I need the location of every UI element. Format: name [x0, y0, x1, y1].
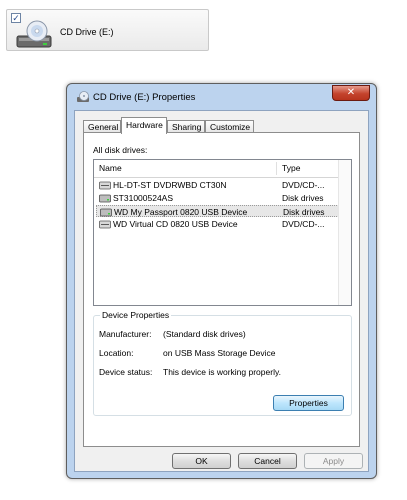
dialog-title: CD Drive (E:) Properties — [93, 92, 196, 103]
drive-type: DVD/CD-... — [282, 219, 325, 229]
properties-dialog: CD Drive (E:) Properties ✕ General Hardw… — [66, 83, 377, 479]
hardware-panel: All disk drives: Name Type HL-DT-ST DVDR… — [83, 132, 360, 447]
list-item[interactable]: HL-DT-ST DVDRWBD CT30N DVD/CD-... — [96, 179, 339, 191]
drive-name: WD My Passport 0820 USB Device — [114, 207, 248, 217]
ok-button[interactable]: OK — [172, 453, 231, 469]
cd-drive-icon — [15, 20, 53, 52]
close-icon: ✕ — [346, 87, 356, 98]
vertical-scrollbar[interactable] — [338, 160, 351, 305]
manufacturer-label: Manufacturer: — [99, 329, 152, 339]
title-bar[interactable]: CD Drive (E:) Properties ✕ — [67, 84, 376, 109]
column-header-name[interactable]: Name — [94, 160, 276, 177]
device-status-value: This device is working properly. — [163, 367, 281, 377]
tile-label: CD Drive (E:) — [60, 27, 114, 37]
drive-type: Disk drives — [282, 193, 324, 203]
column-header-type[interactable]: Type — [277, 160, 341, 177]
cd-drive-tile[interactable]: ✓ CD Drive (E:) — [6, 9, 209, 51]
apply-button[interactable]: Apply — [304, 453, 363, 469]
list-item[interactable]: WD Virtual CD 0820 USB Device DVD/CD-... — [96, 218, 339, 230]
device-properties-title: Device Properties — [100, 310, 172, 320]
list-item[interactable]: ST31000524AS Disk drives — [96, 192, 339, 204]
location-value: on USB Mass Storage Device — [163, 348, 276, 358]
cancel-button[interactable]: Cancel — [238, 453, 297, 469]
close-button[interactable]: ✕ — [332, 85, 370, 101]
properties-button[interactable]: Properties — [273, 395, 344, 411]
device-status-label: Device status: — [99, 367, 153, 377]
optical-drive-icon — [99, 220, 111, 232]
cd-drive-small-icon — [76, 91, 90, 105]
location-label: Location: — [99, 348, 134, 358]
all-disk-drives-label: All disk drives: — [93, 145, 148, 155]
list-header: Name Type — [94, 160, 351, 178]
drive-type: Disk drives — [283, 207, 325, 217]
tab-hardware[interactable]: Hardware — [121, 117, 167, 134]
dialog-client: General Hardware Sharing Customize All d… — [74, 110, 369, 472]
disk-drives-list[interactable]: Name Type HL-DT-ST DVDRWBD CT30N DVD/CD-… — [93, 159, 352, 306]
drive-name: ST31000524AS — [113, 193, 174, 203]
drive-name: HL-DT-ST DVDRWBD CT30N — [113, 180, 227, 190]
list-item-selected[interactable]: WD My Passport 0820 USB Device Disk driv… — [96, 205, 339, 217]
device-properties-group: Device Properties Manufacturer: (Standar… — [93, 310, 352, 416]
drive-name: WD Virtual CD 0820 USB Device — [113, 219, 238, 229]
drive-type: DVD/CD-... — [282, 180, 325, 190]
manufacturer-value: (Standard disk drives) — [163, 329, 246, 339]
